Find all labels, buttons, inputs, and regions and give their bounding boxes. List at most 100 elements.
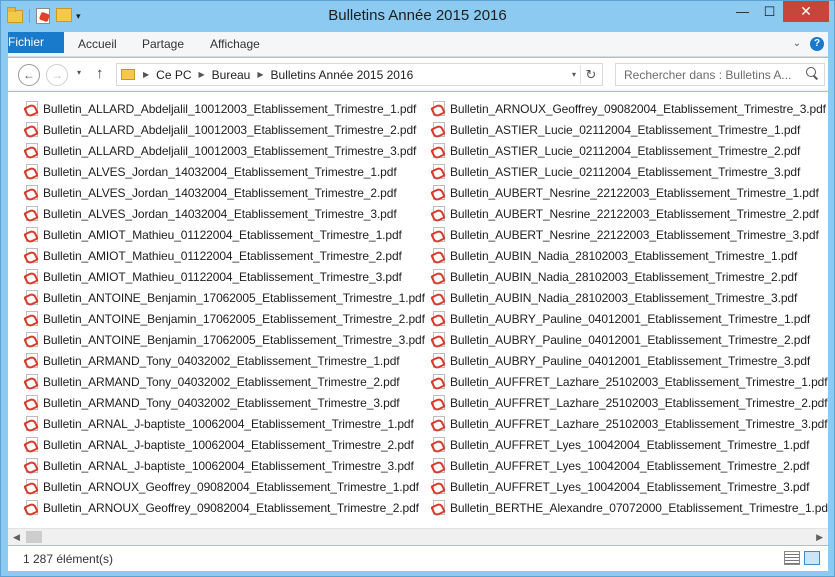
file-item[interactable]: Bulletin_ARNOUX_Geoffrey_09082004_Etabli… [26, 476, 425, 497]
file-name: Bulletin_AUBERT_Nesrine_22122003_Etablis… [450, 206, 819, 221]
file-name: Bulletin_AUBRY_Pauline_04012001_Etabliss… [450, 311, 811, 326]
file-name: Bulletin_ARMAND_Tony_04032002_Etablissem… [43, 374, 400, 389]
file-name: Bulletin_AMIOT_Mathieu_01122004_Etabliss… [43, 227, 402, 242]
breadcrumb-bureau[interactable]: Bureau [212, 68, 251, 82]
file-item[interactable]: Bulletin_AMIOT_Mathieu_01122004_Etabliss… [26, 245, 425, 266]
file-item[interactable]: Bulletin_ANTOINE_Benjamin_17062005_Etabl… [26, 287, 425, 308]
file-item[interactable]: Bulletin_AUBRY_Pauline_04012001_Etabliss… [433, 350, 828, 371]
file-item[interactable]: Bulletin_AUBERT_Nesrine_22122003_Etablis… [433, 224, 828, 245]
chevron-right-icon[interactable]: ▶ [143, 70, 149, 79]
file-name: Bulletin_AUFFRET_Lyes_10042004_Etablisse… [450, 479, 810, 494]
chevron-right-icon[interactable]: ▶ [257, 70, 263, 79]
pdf-file-icon [433, 353, 445, 368]
pdf-file-icon [26, 185, 38, 200]
forward-button[interactable]: → [46, 64, 68, 86]
file-item[interactable]: Bulletin_ASTIER_Lucie_02112004_Etablisse… [433, 161, 828, 182]
status-bar: 1 287 élément(s) [8, 546, 828, 571]
pdf-file-icon [26, 290, 38, 305]
file-item[interactable]: Bulletin_ARMAND_Tony_04032002_Etablissem… [26, 371, 425, 392]
file-item[interactable]: Bulletin_AUFFRET_Lyes_10042004_Etablisse… [433, 476, 828, 497]
file-item[interactable]: Bulletin_ARMAND_Tony_04032002_Etablissem… [26, 350, 425, 371]
file-name: Bulletin_AUBIN_Nadia_28102003_Etablissem… [450, 248, 798, 263]
search-input[interactable] [616, 64, 801, 85]
file-item[interactable]: Bulletin_ASTIER_Lucie_02112004_Etablisse… [433, 140, 828, 161]
address-bar[interactable]: ▶ Ce PC ▶ Bureau ▶ Bulletins Année 2015 … [116, 63, 603, 86]
breadcrumb-current-folder[interactable]: Bulletins Année 2015 2016 [271, 68, 414, 82]
chevron-right-icon[interactable]: ▶ [199, 70, 205, 79]
file-item[interactable]: Bulletin_AUFFRET_Lazhare_25102003_Etabli… [433, 371, 828, 392]
file-item[interactable]: Bulletin_AMIOT_Mathieu_01122004_Etabliss… [26, 224, 425, 245]
file-item[interactable]: Bulletin_ALVES_Jordan_14032004_Etablisse… [26, 203, 425, 224]
file-item[interactable]: Bulletin_AUFFRET_Lyes_10042004_Etablisse… [433, 455, 828, 476]
pdf-file-icon [26, 248, 38, 263]
file-item[interactable]: Bulletin_ARNAL_J-baptiste_10062004_Etabl… [26, 413, 425, 434]
file-item[interactable]: Bulletin_ANTOINE_Benjamin_17062005_Etabl… [26, 308, 425, 329]
pdf-file-icon [433, 164, 445, 179]
large-icons-view-icon[interactable] [804, 551, 820, 565]
back-button[interactable]: ← [18, 64, 40, 86]
file-column-2: Bulletin_ARNOUX_Geoffrey_09082004_Etabli… [433, 98, 828, 518]
scrollbar-thumb[interactable] [26, 531, 42, 543]
file-item[interactable]: Bulletin_ARNOUX_Geoffrey_09082004_Etabli… [26, 497, 425, 518]
file-item[interactable]: Bulletin_ASTIER_Lucie_02112004_Etablisse… [433, 119, 828, 140]
file-item[interactable]: Bulletin_AUBERT_Nesrine_22122003_Etablis… [433, 182, 828, 203]
file-name: Bulletin_ARNAL_J-baptiste_10062004_Etabl… [43, 437, 414, 452]
file-item[interactable]: Bulletin_AUBIN_Nadia_28102003_Etablissem… [433, 287, 828, 308]
minimize-button[interactable]: — [729, 1, 756, 22]
maximize-button[interactable]: ☐ [756, 1, 783, 22]
details-view-icon[interactable] [784, 551, 800, 565]
file-item[interactable]: Bulletin_ANTOINE_Benjamin_17062005_Etabl… [26, 329, 425, 350]
file-item[interactable]: Bulletin_ALVES_Jordan_14032004_Etablisse… [26, 161, 425, 182]
file-name: Bulletin_ALVES_Jordan_14032004_Etablisse… [43, 164, 397, 179]
help-icon[interactable]: ? [810, 37, 824, 51]
pdf-file-icon [433, 374, 445, 389]
folder-icon [121, 69, 135, 80]
file-name: Bulletin_AUBIN_Nadia_28102003_Etablissem… [450, 269, 798, 284]
horizontal-scrollbar[interactable]: ◀ ▶ [8, 528, 828, 545]
pdf-file-icon [433, 206, 445, 221]
file-item[interactable]: Bulletin_ALLARD_Abdeljalil_10012003_Etab… [26, 98, 425, 119]
file-item[interactable]: Bulletin_AUBERT_Nesrine_22122003_Etablis… [433, 203, 828, 224]
tab-accueil[interactable]: Accueil [78, 32, 117, 57]
search-box[interactable] [615, 63, 825, 86]
up-button[interactable]: ↑ [96, 65, 104, 82]
view-switcher [784, 551, 820, 565]
file-item[interactable]: Bulletin_AUBIN_Nadia_28102003_Etablissem… [433, 266, 828, 287]
refresh-button[interactable]: ↻ [580, 65, 601, 84]
tab-partage[interactable]: Partage [142, 32, 184, 57]
file-column-1: Bulletin_ALLARD_Abdeljalil_10012003_Etab… [26, 98, 425, 518]
title-bar[interactable]: ▾ Bulletins Année 2015 2016 — ☐ ✕ [1, 1, 834, 32]
file-name: Bulletin_ALVES_Jordan_14032004_Etablisse… [43, 206, 397, 221]
scroll-left-icon[interactable]: ◀ [13, 532, 20, 543]
tab-fichier[interactable]: Fichier [8, 32, 64, 53]
address-dropdown-icon[interactable]: ▾ [572, 70, 576, 79]
file-item[interactable]: Bulletin_ARNOUX_Geoffrey_09082004_Etabli… [433, 98, 828, 119]
file-item[interactable]: Bulletin_AUFFRET_Lazhare_25102003_Etabli… [433, 413, 828, 434]
file-item[interactable]: Bulletin_AUBRY_Pauline_04012001_Etabliss… [433, 329, 828, 350]
recent-locations-icon[interactable]: ▾ [77, 68, 81, 77]
pdf-file-icon [26, 101, 38, 116]
file-item[interactable]: Bulletin_BERTHE_Alexandre_07072000_Etabl… [433, 497, 828, 518]
file-name: Bulletin_ANTOINE_Benjamin_17062005_Etabl… [43, 332, 425, 347]
file-item[interactable]: Bulletin_AUFFRET_Lazhare_25102003_Etabli… [433, 392, 828, 413]
tab-affichage[interactable]: Affichage [210, 32, 260, 57]
file-item[interactable]: Bulletin_AMIOT_Mathieu_01122004_Etabliss… [26, 266, 425, 287]
file-item[interactable]: Bulletin_AUBIN_Nadia_28102003_Etablissem… [433, 245, 828, 266]
file-item[interactable]: Bulletin_ALVES_Jordan_14032004_Etablisse… [26, 182, 425, 203]
file-item[interactable]: Bulletin_AUBRY_Pauline_04012001_Etabliss… [433, 308, 828, 329]
file-name: Bulletin_ARNOUX_Geoffrey_09082004_Etabli… [43, 500, 419, 515]
scroll-right-icon[interactable]: ▶ [816, 532, 823, 543]
file-item[interactable]: Bulletin_ARNAL_J-baptiste_10062004_Etabl… [26, 434, 425, 455]
file-item[interactable]: Bulletin_ARMAND_Tony_04032002_Etablissem… [26, 392, 425, 413]
file-item[interactable]: Bulletin_ARNAL_J-baptiste_10062004_Etabl… [26, 455, 425, 476]
file-item[interactable]: Bulletin_ALLARD_Abdeljalil_10012003_Etab… [26, 140, 425, 161]
breadcrumb-ce-pc[interactable]: Ce PC [156, 68, 191, 82]
ribbon-tabs: Fichier Accueil Partage Affichage ⌄ ? [8, 32, 828, 57]
file-name: Bulletin_ARNAL_J-baptiste_10062004_Etabl… [43, 416, 414, 431]
pdf-file-icon [26, 332, 38, 347]
file-item[interactable]: Bulletin_ALLARD_Abdeljalil_10012003_Etab… [26, 119, 425, 140]
close-button[interactable]: ✕ [783, 1, 829, 22]
search-icon[interactable] [805, 67, 819, 81]
file-item[interactable]: Bulletin_AUFFRET_Lyes_10042004_Etablisse… [433, 434, 828, 455]
expand-ribbon-icon[interactable]: ⌄ [790, 37, 804, 51]
